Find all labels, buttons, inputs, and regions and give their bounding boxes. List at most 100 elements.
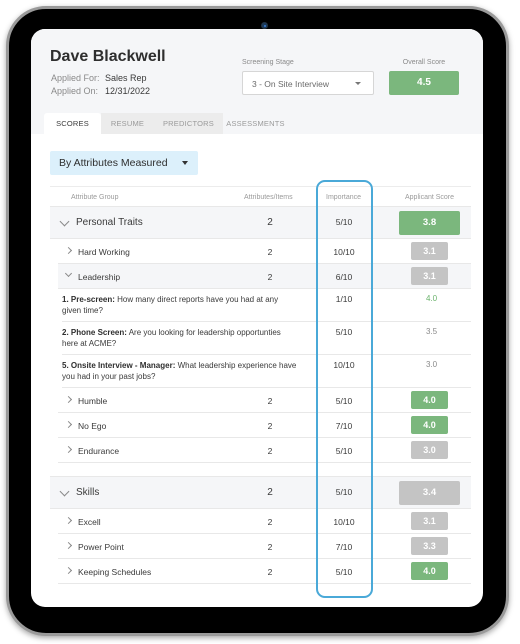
chevron-right-icon[interactable]	[64, 516, 73, 525]
row-items: 2	[267, 542, 273, 552]
score-badge: 3.1	[411, 267, 448, 285]
question-prefix: 2. Phone Screen:	[62, 328, 127, 337]
col-applicant-score: Applicant Score	[405, 194, 455, 201]
score-badge: 4.0	[411, 416, 448, 434]
col-importance: Importance	[326, 194, 362, 201]
overall-score-badge: 4.5	[389, 71, 459, 95]
screening-stage-label: Screening Stage	[242, 59, 294, 66]
row-label: Endurance	[78, 446, 120, 456]
view-selector[interactable]: By Attributes Measured	[50, 151, 198, 175]
attribute-row-power-point[interactable]: Power Point 2 7/10 3.3	[58, 534, 471, 559]
attribute-row-hard-working[interactable]: Hard Working 2 10/10 3.1	[58, 239, 471, 264]
applied-on-value: 12/31/2022	[105, 86, 151, 96]
col-attribute-group: Attribute Group	[71, 194, 119, 201]
row-items: 2	[267, 272, 273, 282]
row-importance: 10/10	[333, 517, 355, 527]
row-label: Power Point	[78, 542, 124, 552]
attribute-row-humble[interactable]: Humble 2 5/10 4.0	[58, 388, 471, 413]
row-items: 2	[267, 396, 273, 406]
score-badge: 4.0	[411, 562, 448, 580]
row-items: 2	[267, 446, 273, 456]
applied-for: Applied For: Sales Rep	[51, 73, 147, 83]
question-prefix: 1. Pre-screen:	[62, 295, 115, 304]
question-row: 2. Phone Screen: Are you looking for lea…	[62, 322, 471, 355]
caret-down-icon	[182, 161, 188, 165]
question-score: 3.0	[425, 360, 438, 369]
row-items: 2	[267, 487, 273, 498]
row-label: Personal Traits	[76, 217, 143, 228]
row-items: 2	[267, 567, 273, 577]
screen: Dave Blackwell Applied For: Sales Rep Ap…	[31, 29, 483, 607]
group-row-skills[interactable]: Skills 2 5/10 3.4	[50, 476, 471, 509]
row-label: Excell	[78, 517, 101, 527]
row-importance: 7/10	[335, 542, 353, 552]
col-attributes-items: Attributes/Items	[244, 194, 293, 201]
row-label: Humble	[78, 396, 108, 406]
screening-stage-select[interactable]: 3 - On Site Interview	[242, 71, 374, 95]
score-badge: 4.0	[411, 391, 448, 409]
question-score: 3.5	[425, 327, 438, 336]
score-badge: 3.1	[411, 512, 448, 530]
attribute-row-keeping-schedules[interactable]: Keeping Schedules 2 5/10 4.0	[58, 559, 471, 584]
attribute-row-no-ego[interactable]: No Ego 2 7/10 4.0	[58, 413, 471, 438]
row-label: No Ego	[78, 421, 107, 431]
tab-scores[interactable]: SCORES	[44, 113, 101, 134]
applied-on-label: Applied On:	[51, 86, 99, 96]
chevron-down-icon[interactable]	[59, 216, 70, 227]
tab-predictors[interactable]: PREDICTORS	[154, 113, 223, 134]
caret-down-icon	[355, 82, 361, 85]
row-importance: 5/10	[335, 327, 353, 337]
question-row: 5. Onsite Interview - Manager: What lead…	[62, 355, 471, 388]
row-importance: 10/10	[333, 360, 355, 370]
overall-score-label: Overall Score	[402, 59, 446, 66]
view-selector-value: By Attributes Measured	[59, 157, 168, 169]
chevron-down-icon[interactable]	[59, 486, 70, 497]
row-items: 2	[267, 517, 273, 527]
group-row-personal-traits[interactable]: Personal Traits 2 5/10 3.8	[50, 206, 471, 239]
chevron-right-icon[interactable]	[64, 566, 73, 575]
chevron-right-icon[interactable]	[64, 541, 73, 550]
chevron-right-icon[interactable]	[64, 420, 73, 429]
row-importance: 5/10	[335, 396, 353, 406]
row-importance: 5/10	[335, 487, 353, 497]
row-items: 2	[267, 247, 273, 257]
row-importance: 10/10	[333, 247, 355, 257]
row-label: Leadership	[78, 272, 121, 282]
applied-for-label: Applied For:	[51, 73, 100, 83]
question-text: 2. Phone Screen: Are you looking for lea…	[62, 327, 297, 349]
row-items: 2	[267, 217, 273, 228]
screening-stage-value: 3 - On Site Interview	[252, 79, 330, 89]
question-text: 1. Pre-screen: How many direct reports h…	[62, 294, 297, 316]
applied-on: Applied On: 12/31/2022	[51, 86, 150, 96]
row-importance: 5/10	[335, 217, 353, 227]
score-badge: 3.0	[411, 441, 448, 459]
score-badge: 3.3	[411, 537, 448, 555]
chevron-right-icon[interactable]	[64, 445, 73, 454]
score-badge: 3.8	[399, 211, 460, 235]
row-importance: 7/10	[335, 421, 353, 431]
tab-resume[interactable]: RESUME	[101, 113, 154, 134]
row-importance: 5/10	[335, 446, 353, 456]
row-importance: 6/10	[335, 272, 353, 282]
chevron-down-icon[interactable]	[64, 269, 73, 278]
scores-table: Attribute Group Attributes/Items Importa…	[50, 186, 471, 584]
chevron-right-icon[interactable]	[64, 395, 73, 404]
question-text: 5. Onsite Interview - Manager: What lead…	[62, 360, 297, 382]
tab-bar: SCORES RESUME PREDICTORS ASSESSMENTS	[44, 113, 288, 134]
candidate-header: Dave Blackwell Applied For: Sales Rep Ap…	[31, 29, 483, 134]
row-importance: 5/10	[335, 567, 353, 577]
applied-for-value: Sales Rep	[105, 73, 147, 83]
question-row: 1. Pre-screen: How many direct reports h…	[62, 289, 471, 322]
attribute-row-leadership[interactable]: Leadership 2 6/10 3.1	[58, 264, 471, 289]
attribute-row-endurance[interactable]: Endurance 2 5/10 3.0	[58, 438, 471, 463]
score-badge: 3.4	[399, 481, 460, 505]
camera-icon	[261, 22, 268, 29]
chevron-right-icon[interactable]	[64, 246, 73, 255]
score-badge: 3.1	[411, 242, 448, 260]
row-importance: 1/10	[335, 294, 353, 304]
tab-assessments[interactable]: ASSESSMENTS	[223, 113, 288, 134]
question-prefix: 5. Onsite Interview - Manager:	[62, 361, 176, 370]
row-items: 2	[267, 421, 273, 431]
attribute-row-excell[interactable]: Excell 2 10/10 3.1	[58, 509, 471, 534]
